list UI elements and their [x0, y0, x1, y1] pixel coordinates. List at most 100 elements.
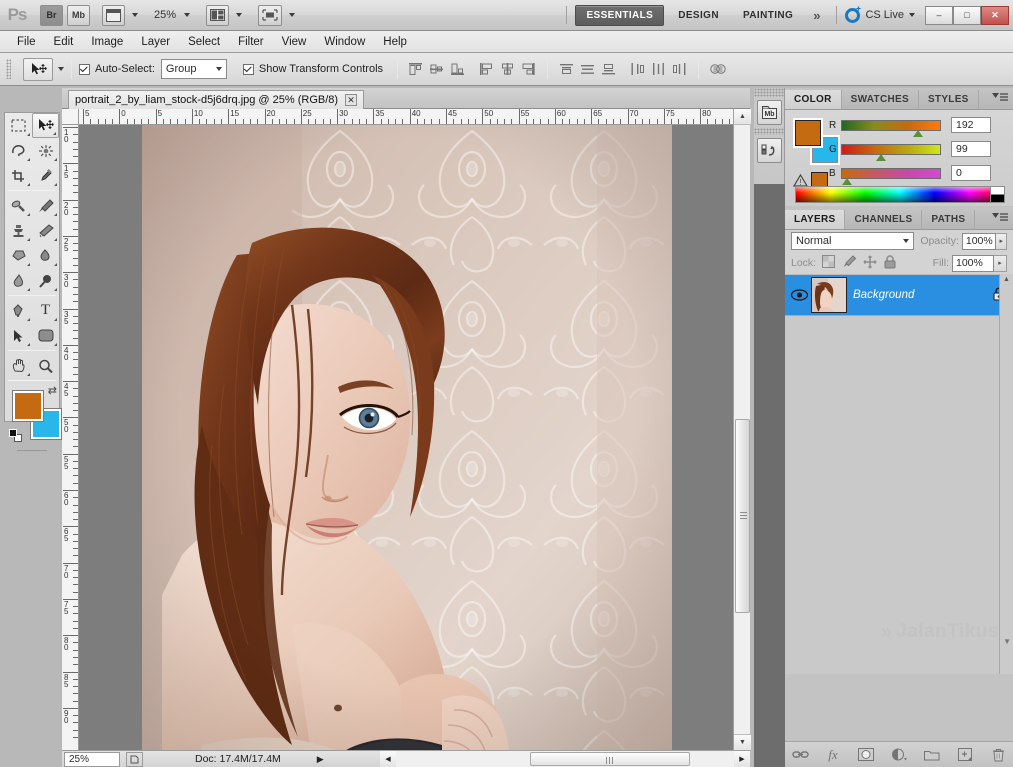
align-right-edges-icon[interactable] — [520, 61, 537, 78]
path-selection-tool[interactable] — [5, 323, 32, 348]
lock-image-pixels-icon[interactable] — [842, 255, 857, 271]
view-extras-chevron-down-icon[interactable] — [132, 13, 138, 17]
hand-tool[interactable] — [5, 353, 32, 378]
app-zoom-level[interactable]: 25% — [154, 9, 176, 21]
canvas-horizontal-scrollbar[interactable]: ◀ ▶ — [380, 750, 750, 767]
tab-layers[interactable]: LAYERS — [785, 210, 846, 229]
workspace-tab-painting[interactable]: PAINTING — [733, 6, 803, 25]
arrange-chevron-down-icon[interactable] — [236, 13, 243, 17]
tab-channels[interactable]: CHANNELS — [845, 210, 923, 229]
menu-select[interactable]: Select — [179, 33, 229, 51]
scroll-down-button[interactable]: ▼ — [734, 734, 751, 750]
red-channel-slider[interactable] — [841, 119, 941, 137]
launch-bridge-button[interactable]: Br — [40, 4, 63, 26]
distribute-right-edges-icon[interactable] — [671, 61, 688, 78]
distribute-left-edges-icon[interactable] — [629, 61, 646, 78]
cs-live-button[interactable]: CS Live — [845, 7, 915, 23]
rounded-rectangle-tool[interactable] — [32, 323, 59, 348]
color-spectrum-ramp[interactable] — [795, 186, 1005, 203]
tab-swatches[interactable]: SWATCHES — [842, 90, 919, 109]
zoom-chevron-down-icon[interactable] — [184, 13, 191, 17]
tab-color[interactable]: COLOR — [785, 90, 842, 109]
close-document-icon[interactable]: ✕ — [345, 94, 358, 106]
tab-styles[interactable]: STYLES — [919, 90, 979, 109]
spot-healing-brush-tool[interactable] — [5, 193, 32, 218]
add-layer-mask-icon[interactable] — [858, 746, 875, 763]
document-tab[interactable]: portrait_2_by_liam_stock-d5j6drq.jpg @ 2… — [68, 90, 365, 109]
scroll-left-button[interactable]: ◀ — [380, 751, 396, 767]
menu-image[interactable]: Image — [82, 33, 132, 51]
layers-scroll-down-icon[interactable]: ▼ — [1003, 637, 1011, 646]
show-transform-controls-checkbox[interactable] — [242, 63, 254, 75]
pen-tool[interactable] — [5, 298, 32, 323]
scroll-right-button[interactable]: ▶ — [734, 751, 750, 767]
close-button[interactable]: ✕ — [981, 5, 1009, 25]
default-colors-icon[interactable] — [9, 429, 22, 442]
canvas-area[interactable] — [79, 125, 750, 750]
opacity-stepper-icon[interactable]: ▸ — [996, 232, 1007, 250]
align-left-edges-icon[interactable] — [478, 61, 495, 78]
vertical-ruler[interactable]: 10 15 20 25 30 35 40 45 50 55 60 65 70 75 80 85 90 — [62, 125, 79, 750]
color-panel-menu-icon[interactable] — [992, 92, 1008, 107]
green-channel-slider[interactable] — [841, 143, 941, 161]
eraser-tool[interactable] — [5, 243, 32, 268]
menu-window[interactable]: Window — [315, 33, 374, 51]
fill-value[interactable]: 100% — [952, 254, 994, 272]
align-horizontal-centers-icon[interactable] — [499, 61, 516, 78]
ruler-corner[interactable] — [62, 109, 79, 125]
options-bar-grip[interactable] — [6, 59, 11, 79]
menu-layer[interactable]: Layer — [132, 33, 179, 51]
lasso-tool[interactable] — [5, 138, 32, 163]
blue-channel-slider[interactable] — [841, 167, 941, 185]
new-group-icon[interactable] — [924, 746, 941, 763]
document-image-portrait[interactable] — [142, 125, 672, 750]
layers-list-scroll-track[interactable] — [999, 316, 1013, 674]
align-bottom-edges-icon[interactable] — [449, 61, 466, 78]
status-menu-arrow-icon[interactable]: ▶ — [317, 754, 324, 765]
distribute-horizontal-centers-icon[interactable] — [650, 61, 667, 78]
current-tool-move-icon[interactable] — [23, 57, 53, 81]
green-channel-value[interactable]: 99 — [951, 141, 991, 157]
arrange-documents-icon[interactable] — [206, 4, 230, 26]
mini-bridge-panel-button[interactable]: Mb — [756, 100, 782, 125]
scroll-up-button[interactable]: ▲ — [734, 109, 751, 125]
horizontal-scroll-thumb[interactable] — [530, 752, 690, 766]
history-panel-button[interactable] — [756, 138, 782, 163]
lock-all-icon[interactable] — [884, 254, 896, 272]
screen-mode-icon[interactable] — [258, 4, 283, 26]
blend-mode-dropdown[interactable]: Normal — [791, 232, 915, 250]
distribute-vertical-centers-icon[interactable] — [579, 61, 596, 78]
layer-visibility-icon[interactable] — [789, 289, 809, 301]
blue-channel-thumb[interactable] — [842, 177, 852, 185]
align-top-edges-icon[interactable] — [407, 61, 424, 78]
vertical-scroll-thumb[interactable] — [735, 419, 750, 613]
color-panel-foreground-swatch[interactable] — [795, 120, 821, 146]
blue-channel-value[interactable]: 0 — [951, 165, 991, 181]
auto-select-checkbox[interactable] — [79, 63, 90, 75]
green-channel-thumb[interactable] — [876, 153, 886, 161]
canvas-vertical-scrollbar[interactable]: ▲ ▼ — [733, 109, 751, 750]
swap-colors-icon[interactable]: ⇄ — [48, 384, 57, 397]
history-brush-tool[interactable] — [32, 218, 59, 243]
status-zoom-field[interactable]: 25% — [64, 751, 120, 767]
minimize-button[interactable]: – — [925, 5, 953, 25]
layer-name[interactable]: Background — [853, 289, 993, 301]
crop-tool[interactable] — [5, 163, 32, 188]
layer-row-background[interactable]: Background — [785, 274, 1013, 316]
clone-stamp-tool[interactable] — [5, 218, 32, 243]
quick-selection-tool[interactable] — [32, 138, 59, 163]
menu-file[interactable]: File — [8, 33, 45, 51]
horizontal-ruler[interactable]: 5 0 5 10 15 20 25 30 35 40 45 50 55 60 65 70 75 80 — [79, 109, 750, 125]
opacity-value[interactable]: 100% — [961, 232, 997, 250]
auto-align-layers-icon[interactable] — [709, 61, 726, 78]
gradient-tool[interactable] — [32, 243, 59, 268]
add-layer-style-icon[interactable]: fx — [825, 746, 842, 763]
tab-paths[interactable]: PATHS — [922, 210, 976, 229]
red-channel-value[interactable]: 192 — [951, 117, 991, 133]
eyedropper-tool[interactable] — [32, 163, 59, 188]
dodge-tool[interactable] — [32, 268, 59, 293]
distribute-top-edges-icon[interactable] — [558, 61, 575, 78]
red-channel-thumb[interactable] — [913, 129, 923, 137]
lock-transparent-pixels-icon[interactable] — [822, 255, 836, 271]
cs-live-chevron-down-icon[interactable] — [909, 13, 915, 17]
